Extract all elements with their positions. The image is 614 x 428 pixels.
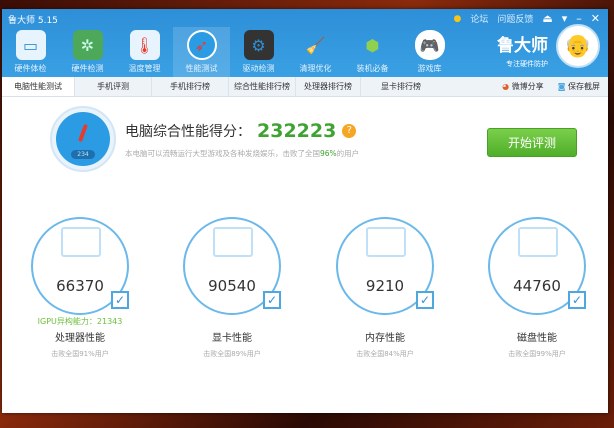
memory-checkbox[interactable]: ✓	[416, 291, 434, 309]
disk-icon	[518, 227, 558, 257]
score-label: 电脑综合性能得分：	[125, 124, 251, 140]
toolbar-hardware-detect[interactable]: ✲ 硬件检测	[59, 27, 116, 77]
cpu-checkbox[interactable]: ✓	[111, 291, 129, 309]
toolbar-cleanup[interactable]: 🧹 清理优化	[287, 27, 344, 77]
tab-bar: 电脑性能测试 手机评测 手机排行榜 综合性能排行榜 处理器排行榜 显卡排行榜 ◕…	[2, 77, 608, 97]
board-icon: ✲	[72, 30, 103, 60]
toolbar-essentials[interactable]: ⬢ 装机必备	[344, 27, 401, 77]
broom-icon: 🧹	[305, 35, 326, 55]
memory-card: 9210 ✓ 内存性能 击败全国84%用户	[330, 217, 440, 359]
tab-pc-test[interactable]: 电脑性能测试	[2, 77, 75, 96]
tab-overall-rank[interactable]: 综合性能排行榜	[229, 77, 296, 96]
weibo-icon: ◕	[502, 82, 510, 91]
window-title: 鲁大师 5.15	[8, 16, 58, 26]
gpu-card: 90540 ✓ 显卡性能 击败全国89%用户	[177, 217, 287, 359]
gpu-checkbox[interactable]: ✓	[263, 291, 281, 309]
cpu-icon	[61, 227, 101, 257]
skin-icon[interactable]: ⏏	[542, 12, 552, 25]
cpu-card: 66370 ✓ IGPU异构能力：21343 处理器性能 击败全国91%用户	[25, 217, 135, 359]
menu-icon[interactable]: ▾	[562, 12, 568, 25]
total-score: 232223	[257, 120, 337, 142]
toolbar-hardware-checkup[interactable]: ▭ 硬件体检	[2, 27, 59, 77]
toolbar-performance[interactable]: ➶ 性能测试	[173, 27, 230, 77]
memory-icon	[366, 227, 406, 257]
disk-card: 44760 ✓ 磁盘性能 击败全国99%用户	[482, 217, 592, 359]
igpu-score: IGPU异构能力：21343	[37, 317, 123, 326]
toolbar-driver[interactable]: ⚙ 驱动检测	[230, 27, 287, 77]
close-button[interactable]: ✕	[591, 12, 600, 25]
screenshot-button[interactable]: ◙ 保存截屏	[558, 77, 600, 97]
disk-checkbox[interactable]: ✓	[568, 291, 586, 309]
score-gauge-icon: 234	[50, 106, 116, 172]
camera-icon: ◙	[557, 82, 566, 91]
medal-icon[interactable]: ●	[453, 14, 461, 24]
gpu-icon	[213, 227, 253, 257]
thermometer-icon: 🌡	[129, 30, 160, 60]
brand-name: 鲁大师	[497, 36, 548, 56]
forum-link[interactable]: 论坛	[470, 12, 488, 25]
help-icon[interactable]: ?	[342, 124, 357, 138]
toolbar-temperature[interactable]: 🌡 温度管理	[116, 27, 173, 77]
tab-cpu-rank[interactable]: 处理器排行榜	[296, 77, 361, 96]
header: 鲁大师 5.15 ● 论坛 问题反馈 ⏏ ▾ – ✕ ▭ 硬件体检 ✲ 硬件检测 🌡…	[2, 9, 608, 77]
feedback-link[interactable]: 问题反馈	[497, 12, 533, 25]
start-test-button[interactable]: 开始评测	[487, 128, 577, 157]
score-description: 本电脑可以流畅运行大型游戏及各种发烧娱乐，击败了全国96%的用户	[125, 149, 360, 158]
tab-gpu-rank[interactable]: 显卡排行榜	[361, 77, 441, 96]
tab-phone-rank[interactable]: 手机排行榜	[152, 77, 229, 96]
monitor-icon: ▭	[15, 30, 46, 60]
toolbar-games[interactable]: 🎮 游戏库	[401, 27, 458, 77]
gauge-icon: ➶	[186, 30, 217, 60]
gamepad-icon: 🎮	[414, 30, 445, 60]
brand-slogan: 专注硬件防护	[506, 60, 548, 68]
tab-phone-test[interactable]: 手机评测	[75, 77, 152, 96]
driver-icon: ⚙	[243, 30, 274, 60]
box-icon: ⬢	[365, 35, 380, 55]
weibo-share-button[interactable]: ◕ 微博分享	[502, 77, 544, 97]
avatar[interactable]: 👴	[556, 24, 600, 68]
